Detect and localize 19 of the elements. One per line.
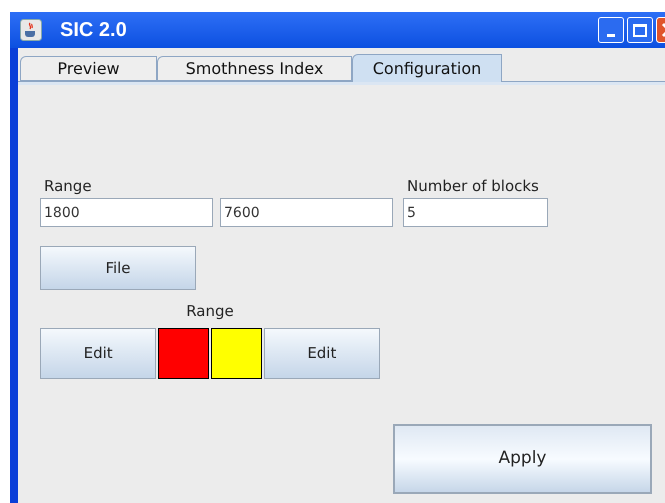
range-from-field[interactable]: 1800 [40,198,213,227]
apply-button[interactable]: Apply [393,424,652,494]
range-to-field[interactable]: 7600 [220,198,393,227]
minimize-icon[interactable] [598,17,624,43]
color-swatch[interactable] [158,328,209,379]
tab[interactable]: Preview [20,56,157,81]
coffee-cup-icon [20,19,42,41]
blocks-field[interactable]: 5 [403,198,548,227]
edit-button[interactable]: Edit [40,328,156,379]
file-button[interactable]: File [40,246,196,290]
color-range-label: Range [186,301,234,322]
maximize-icon[interactable] [627,17,653,43]
blocks-label: Number of blocks [407,176,540,197]
color-swatch[interactable] [211,328,262,379]
edit-button[interactable]: Edit [264,328,380,379]
window-title: SIC 2.0 [60,18,127,43]
tab[interactable]: Smothness Index [157,56,352,81]
range-label: Range [44,176,93,197]
tab[interactable]: Configuration [352,54,502,82]
